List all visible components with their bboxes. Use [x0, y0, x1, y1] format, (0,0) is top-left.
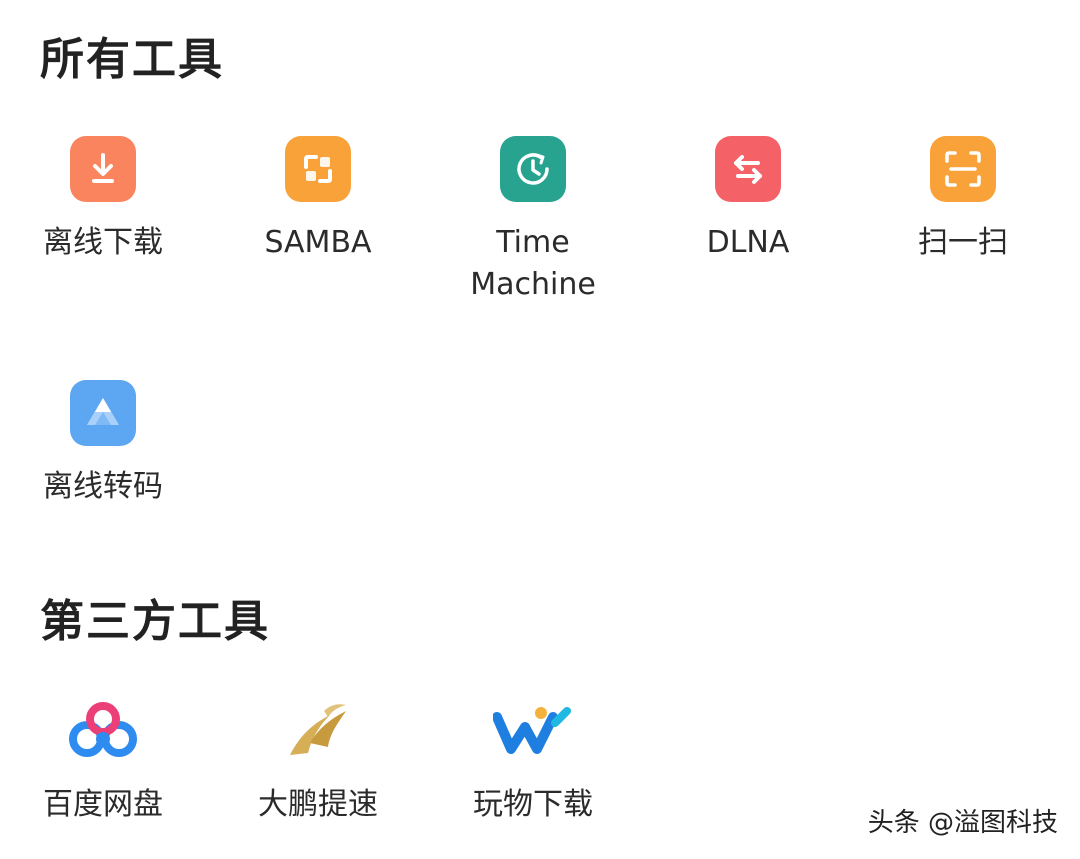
tool-label: DLNA [706, 225, 790, 260]
tool-offline-transcode[interactable]: 离线转码 [3, 380, 203, 508]
tool-label: 离线转码 [43, 469, 163, 504]
tool-label: 百度网盘 [43, 787, 163, 822]
tool-dlna[interactable]: DLNA [648, 136, 848, 264]
tool-label: 玩物下载 [473, 787, 593, 822]
tool-label: 扫一扫 [918, 225, 1008, 260]
watermark: 头条 @溢图科技 [867, 808, 1058, 838]
section-title-third-party: 第三方工具 [40, 596, 270, 647]
wanwu-logo-icon [493, 698, 573, 764]
scan-icon [930, 136, 996, 202]
tool-label: Time Machine [470, 225, 596, 302]
section-title-all-tools: 所有工具 [40, 34, 224, 85]
dapeng-logo-icon [280, 698, 356, 764]
tool-dapeng-speedup[interactable]: 大鹏提速 [218, 698, 418, 826]
tool-label: 离线下载 [43, 225, 163, 260]
tool-scan[interactable]: 扫一扫 [863, 136, 1063, 264]
tool-samba[interactable]: SAMBA [218, 136, 418, 264]
swap-arrows-icon [715, 136, 781, 202]
clock-icon [500, 136, 566, 202]
tool-time-machine[interactable]: Time Machine [433, 136, 633, 306]
tool-wanwu-download[interactable]: 玩物下载 [433, 698, 633, 826]
tool-label: SAMBA [264, 225, 372, 260]
tool-baidu-netdisk[interactable]: 百度网盘 [3, 698, 203, 826]
download-icon [70, 136, 136, 202]
samba-icon [285, 136, 351, 202]
transcode-triangle-icon [70, 380, 136, 446]
tool-label: 大鹏提速 [258, 787, 378, 822]
tool-offline-download[interactable]: 离线下载 [3, 136, 203, 264]
baidu-netdisk-logo-icon [65, 698, 141, 764]
